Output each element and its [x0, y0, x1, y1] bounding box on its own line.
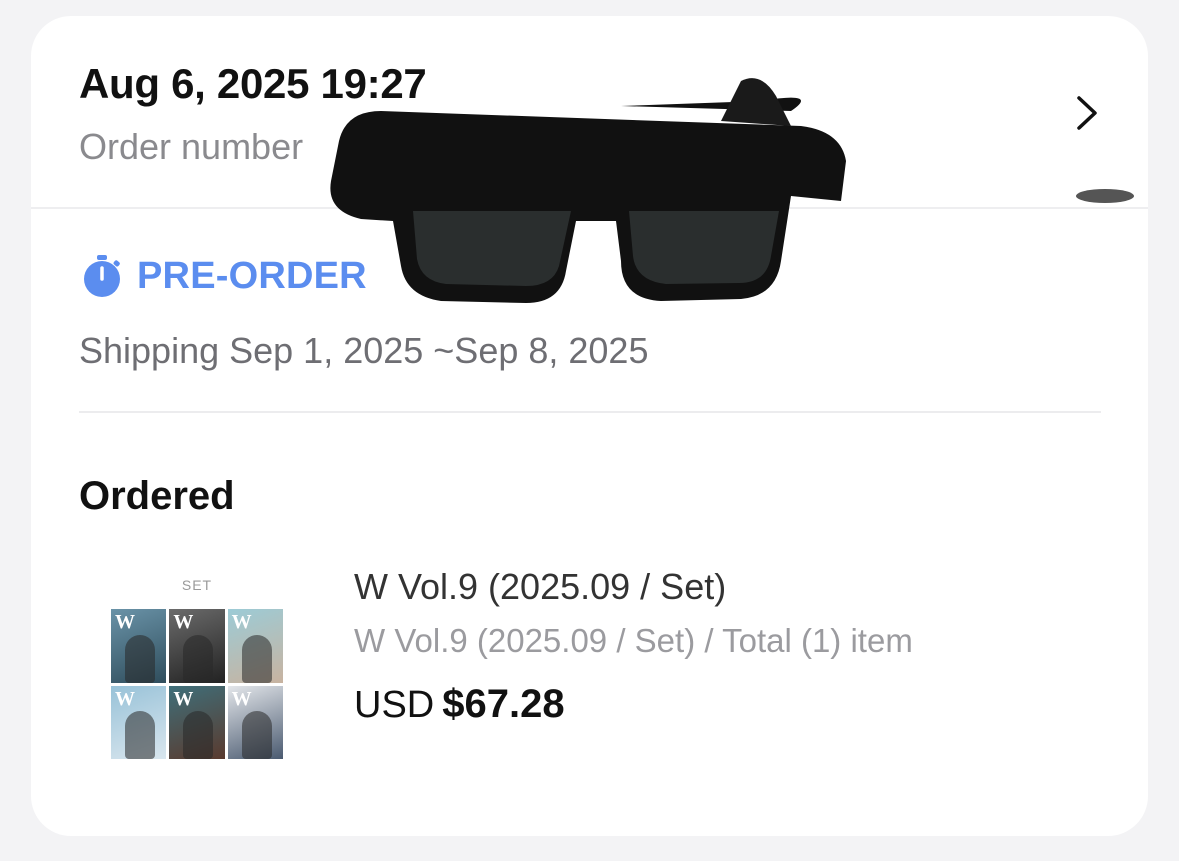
magazine-cover: W	[169, 685, 225, 759]
cover-grid: W W W W W W	[111, 609, 283, 759]
magazine-cover: W	[227, 609, 283, 683]
magazine-cover: W	[169, 609, 225, 683]
preorder-status: PRE-ORDER	[79, 252, 367, 300]
magazine-cover: W	[111, 609, 167, 683]
redaction-overlay	[330, 78, 846, 303]
product-detail: W Vol.9 (2025.09 / Set) / Total (1) item	[354, 622, 913, 659]
price-amount: $67.28	[442, 682, 565, 726]
redaction-smudge	[1076, 189, 1134, 203]
product-thumbnail: SET W W W W W W	[107, 571, 287, 761]
preorder-label: PRE-ORDER	[137, 254, 367, 297]
section-divider	[79, 411, 1101, 413]
shipping-dates: Shipping Sep 1, 2025 ~Sep 8, 2025	[79, 330, 649, 371]
product-price: USD $67.28	[354, 682, 565, 727]
product-name: W Vol.9 (2025.09 / Set)	[354, 566, 727, 607]
magazine-cover: W	[227, 685, 283, 759]
thumbnail-set-label: SET	[181, 577, 213, 593]
chevron-right-icon[interactable]	[1071, 94, 1101, 132]
ordered-section-title: Ordered	[79, 474, 235, 518]
stopwatch-icon	[84, 255, 120, 297]
order-card: Aug 6, 2025 19:27 Order number PRE-ORDER…	[31, 16, 1148, 836]
magazine-cover: W	[111, 685, 167, 759]
order-number-label: Order number	[79, 126, 304, 167]
price-currency: USD	[354, 684, 435, 726]
